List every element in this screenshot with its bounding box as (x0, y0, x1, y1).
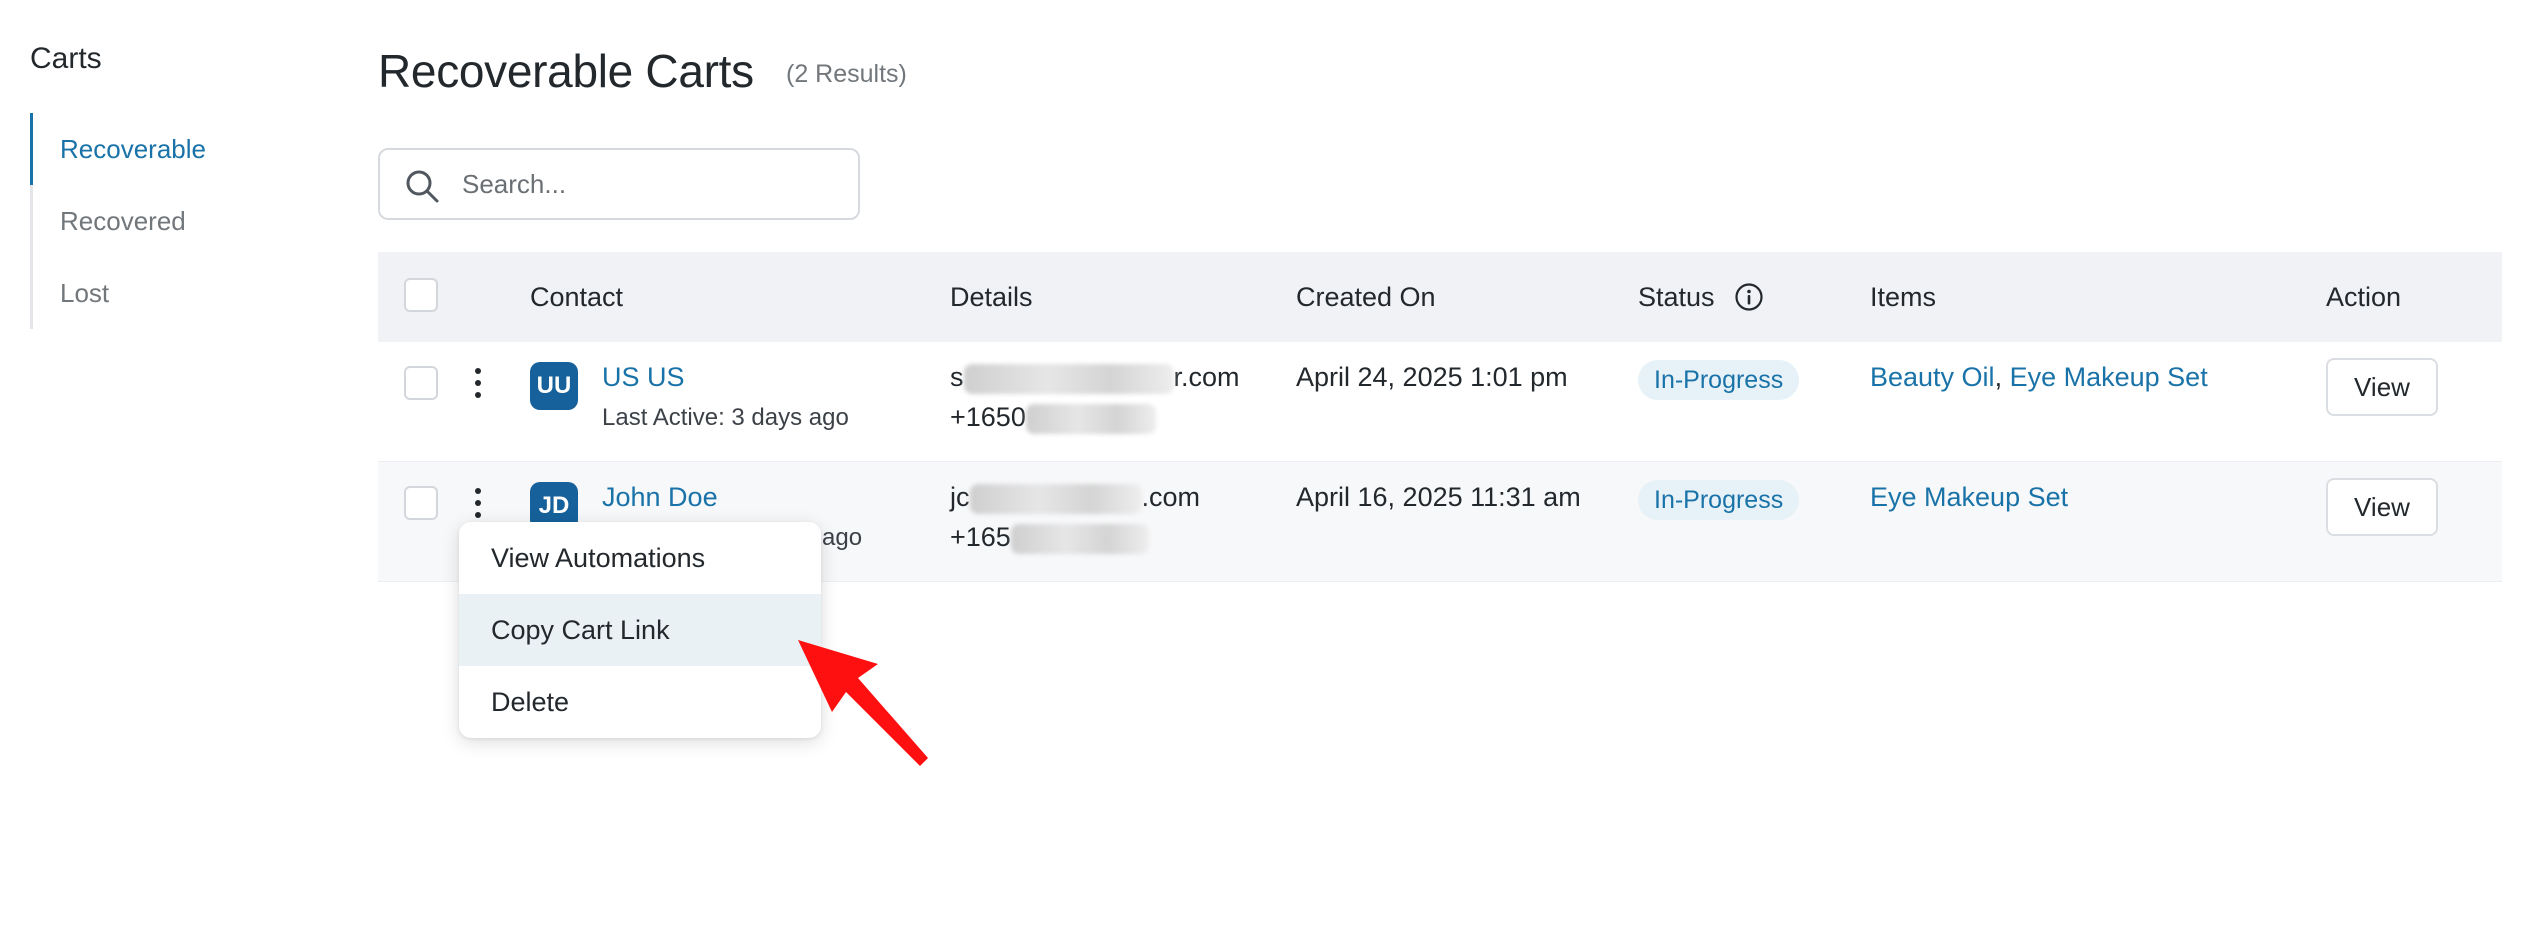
contact-email: s r.com (950, 362, 1240, 394)
sidebar-item-recovered[interactable]: Recovered (33, 185, 290, 257)
avatar: UU (530, 362, 578, 410)
contact-phone: +165 (950, 522, 1149, 554)
last-active-text: Last Active: 3 days ago (602, 404, 849, 431)
sidebar-item-lost[interactable]: Lost (33, 257, 290, 329)
page-title: Recoverable Carts (378, 45, 754, 97)
results-count: (2 Results) (786, 60, 907, 88)
search-box[interactable] (378, 148, 860, 220)
contact-name-link[interactable]: US US (602, 362, 685, 393)
search-input[interactable] (462, 160, 842, 208)
menu-item-copy-cart-link[interactable]: Copy Cart Link (459, 594, 821, 666)
contact-name-link[interactable]: John Doe (602, 482, 718, 513)
kebab-menu-icon[interactable] (468, 486, 488, 520)
sidebar-item-recoverable[interactable]: Recoverable (30, 113, 290, 185)
table-header: Contact Details Created On Status Items … (378, 252, 2502, 342)
items-cell: Beauty Oil, Eye Makeup Set (1870, 362, 2208, 393)
view-button[interactable]: View (2326, 478, 2438, 536)
select-all-checkbox[interactable] (404, 278, 438, 312)
view-button[interactable]: View (2326, 358, 2438, 416)
column-header-created-on: Created On (1296, 282, 1436, 312)
menu-item-delete[interactable]: Delete (459, 666, 821, 738)
column-header-details: Details (950, 282, 1033, 312)
sidebar-nav: Recoverable Recovered Lost (30, 113, 290, 329)
row-checkbox[interactable] (404, 486, 438, 520)
column-header-status: Status (1638, 282, 1715, 312)
info-icon[interactable] (1734, 282, 1764, 312)
column-header-contact: Contact (530, 282, 624, 312)
item-link-eye-makeup-set[interactable]: Eye Makeup Set (2010, 362, 2208, 392)
search-icon (406, 170, 439, 203)
kebab-menu-icon[interactable] (468, 366, 488, 400)
item-link-eye-makeup-set[interactable]: Eye Makeup Set (1870, 482, 2068, 512)
row-actions-menu: View Automations Copy Cart Link Delete (459, 522, 821, 738)
status-badge: In-Progress (1638, 360, 1800, 400)
sidebar-title: Carts (30, 42, 102, 75)
item-link-beauty-oil[interactable]: Beauty Oil (1870, 362, 1995, 392)
contact-phone: +1650 (950, 402, 1156, 434)
created-on-date: April 24, 2025 1:01 pm (1296, 362, 1568, 392)
contact-email: jc .com (950, 482, 1201, 514)
red-arrow-pointer (798, 640, 928, 766)
items-cell: Eye Makeup Set (1870, 482, 2068, 513)
table-row: UU US US Last Active: 3 days ago s r.com … (378, 342, 2502, 462)
row-checkbox[interactable] (404, 366, 438, 400)
column-header-items: Items (1870, 282, 1937, 312)
created-on-date: April 16, 2025 11:31 am (1296, 482, 1581, 512)
menu-item-view-automations[interactable]: View Automations (459, 522, 821, 594)
last-active-text: ago (822, 524, 863, 551)
column-header-action: Action (2326, 282, 2402, 312)
status-badge: In-Progress (1638, 480, 1800, 520)
item-separator: , (1994, 362, 2003, 392)
